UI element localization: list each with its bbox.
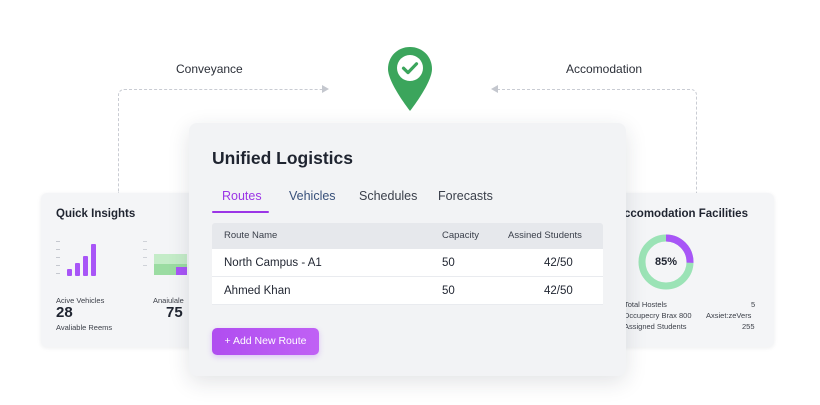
tab-forecasts[interactable]: Forecasts: [438, 189, 493, 203]
cell-capacity: 50: [442, 285, 455, 297]
quick-insights-card: Quick Insights Acive Vehicles 28 Avaliab…: [41, 193, 201, 347]
header-assigned-students: Assined Students: [508, 230, 582, 241]
accommodation-title: ccomodation Facilities: [624, 208, 748, 220]
occupancy-label: Dccupecry Brax 800: [624, 311, 692, 320]
assigned-students-value: 255: [742, 322, 755, 331]
accommodation-card: ccomodation Facilities 85% Total Hostels…: [612, 193, 774, 347]
chart-gridline: [143, 249, 147, 250]
chart-gridline: [56, 265, 60, 266]
header-route-name: Route Name: [224, 230, 278, 241]
location-pin-check-icon: [388, 47, 432, 111]
table-header: Route Name Capacity Assined Students: [212, 223, 603, 249]
vehicle-bar: [75, 263, 80, 276]
active-tab-indicator: [212, 211, 269, 213]
assigned-students-label: Assigned Students: [624, 322, 687, 331]
cell-route: North Campus - A1: [224, 257, 322, 269]
routes-table: Route Name Capacity Assined Students Nor…: [212, 223, 603, 305]
chart-gridline: [56, 273, 60, 274]
chart-gridline: [56, 249, 60, 250]
unified-logistics-card: Unified Logistics Routes Vehicles Schedu…: [189, 123, 626, 376]
chart-gridline: [143, 257, 147, 258]
vehicles-bar-chart: [56, 238, 106, 276]
chart-gridline: [143, 265, 147, 266]
header-capacity: Capacity: [442, 230, 479, 241]
block-segment: [176, 267, 187, 275]
occupancy-percent: 85%: [654, 256, 678, 268]
active-vehicles-value: 28: [56, 304, 73, 321]
cell-capacity: 50: [442, 257, 455, 269]
occupancy-value: Axsiet:zeVers: [706, 311, 752, 320]
page-title: Unified Logistics: [212, 148, 353, 168]
conveyance-label: Conveyance: [176, 62, 243, 76]
cell-students: 42/50: [544, 257, 573, 269]
vehicle-bar: [83, 256, 88, 276]
chart-gridline: [143, 241, 147, 242]
vehicle-bar: [91, 244, 96, 276]
quick-insights-title: Quick Insights: [56, 208, 136, 220]
add-new-route-button[interactable]: + Add New Route: [212, 328, 319, 355]
table-row[interactable]: North Campus - A1 50 42/50: [212, 249, 603, 277]
total-hostels-label: Total Hostels: [624, 300, 667, 309]
arrow-right-icon: [322, 85, 329, 93]
cell-route: Ahmed Khan: [224, 285, 291, 297]
accommodation-label: Accomodation: [566, 62, 643, 76]
available-rooms-label: Avaliable Reems: [56, 323, 113, 332]
arrow-left-icon: [491, 85, 498, 93]
tab-schedules[interactable]: Schedules: [359, 189, 417, 203]
total-hostels-value: 5: [751, 300, 756, 309]
block-segment: [154, 254, 187, 264]
tab-vehicles[interactable]: Vehicles: [289, 189, 336, 203]
chart-gridline: [56, 241, 60, 242]
tab-routes[interactable]: Routes: [222, 189, 262, 203]
vehicle-bar: [67, 269, 72, 276]
table-row[interactable]: Ahmed Khan 50 42/50: [212, 277, 603, 305]
chart-gridline: [56, 257, 60, 258]
cell-students: 42/50: [544, 285, 573, 297]
available-value: 75: [166, 304, 183, 321]
